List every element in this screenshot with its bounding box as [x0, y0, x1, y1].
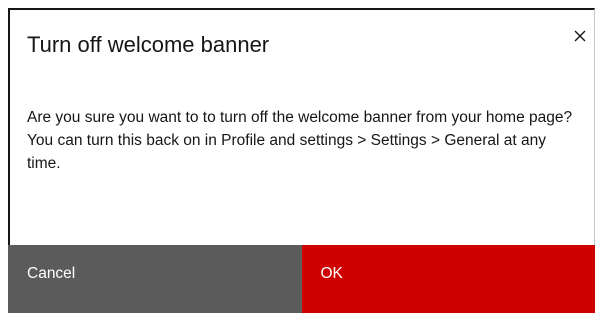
confirmation-dialog: Turn off welcome banner Are you sure you…	[8, 8, 595, 313]
ok-button[interactable]: OK	[301, 245, 595, 313]
dialog-message: Are you sure you want to to turn off the…	[27, 109, 573, 172]
close-button[interactable]	[568, 24, 592, 48]
dialog-footer: Cancel OK	[8, 245, 595, 313]
close-icon	[574, 30, 586, 42]
dialog-header: Turn off welcome banner	[27, 30, 544, 60]
dialog-title: Turn off welcome banner	[27, 32, 270, 57]
cancel-button[interactable]: Cancel	[8, 245, 302, 313]
